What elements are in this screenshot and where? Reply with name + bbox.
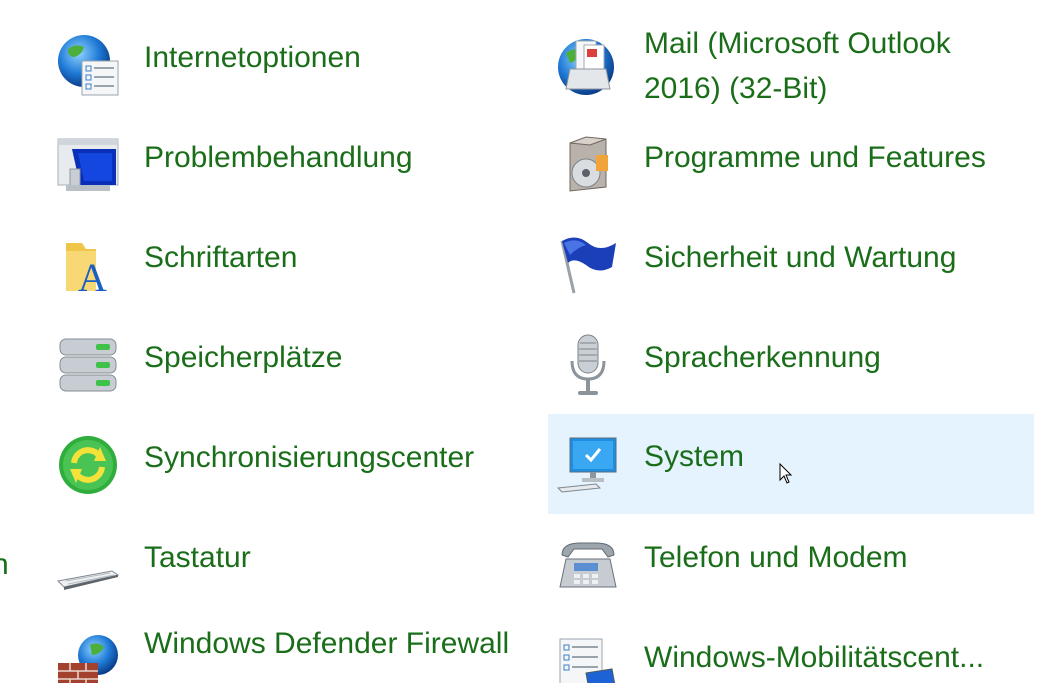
globe-checklist-icon (58, 35, 119, 96)
programs-box-icon (569, 136, 608, 192)
mouse-pointer-icon (779, 463, 793, 484)
item-label: Windows Defender Firewall (144, 627, 510, 660)
firewall-icon (58, 635, 118, 683)
item-windows-mobilitaetscenter[interactable]: Windows-Mobilitätscent... (548, 615, 1034, 683)
keyboard-icon (56, 570, 120, 590)
item-label: Windows-Mobilitätscent... (644, 641, 985, 674)
item-label: Mail (Microsoft Outlook 2016) (32-Bit) (644, 27, 951, 105)
item-speicherplaetze[interactable]: Speicherplätze (48, 315, 528, 415)
storage-drives-icon (59, 338, 117, 392)
item-label: Internetoptionen (144, 41, 361, 74)
item-label: Synchronisierungscenter (144, 441, 475, 474)
item-label: Tastatur (144, 541, 251, 574)
item-problembehandlung[interactable]: Problembehandlung (48, 115, 528, 215)
item-programme-und-features[interactable]: Programme und Features (548, 115, 1034, 215)
item-label: Speicherplätze (144, 341, 343, 374)
item-windows-defender-firewall[interactable]: Windows Defender Firewall (48, 615, 528, 683)
mail-icon (558, 39, 614, 95)
item-internetoptionen[interactable]: Internetoptionen (48, 15, 528, 115)
flag-icon (560, 237, 616, 294)
sync-icon (59, 436, 117, 494)
item-mail-outlook[interactable]: Mail (Microsoft Outlook 2016) (32-Bit) (548, 15, 1034, 115)
item-label: Programme und Features (644, 141, 986, 174)
item-spracherkennung[interactable]: Spracherkennung (548, 315, 1034, 415)
control-panel-items-view: n Internetoptionen Problembehandlung A S… (0, 0, 1063, 683)
item-label: Schriftarten (144, 241, 298, 274)
fonts-folder-icon: A (66, 243, 107, 297)
item-label: Sicherheit und Wartung (644, 241, 957, 274)
telephone-icon (559, 542, 617, 588)
troubleshoot-monitor-icon (57, 138, 119, 191)
item-label: System (644, 440, 745, 473)
item-label: Spracherkennung (644, 341, 881, 374)
clipped-left-label: n (0, 548, 9, 581)
item-tastatur[interactable]: Tastatur (48, 515, 528, 615)
computer-check-icon (556, 437, 617, 493)
item-schriftarten[interactable]: A Schriftarten (48, 215, 528, 315)
svg-text:A: A (78, 255, 107, 297)
item-label: Problembehandlung (144, 141, 413, 174)
microphone-icon (570, 334, 606, 395)
item-telefon-und-modem[interactable]: Telefon und Modem (548, 515, 1034, 615)
mobility-center-icon (559, 638, 616, 683)
item-synchronisierungscenter[interactable]: Synchronisierungscenter (48, 415, 528, 515)
item-label: Telefon und Modem (644, 541, 908, 574)
item-sicherheit-und-wartung[interactable]: Sicherheit und Wartung (548, 215, 1034, 315)
